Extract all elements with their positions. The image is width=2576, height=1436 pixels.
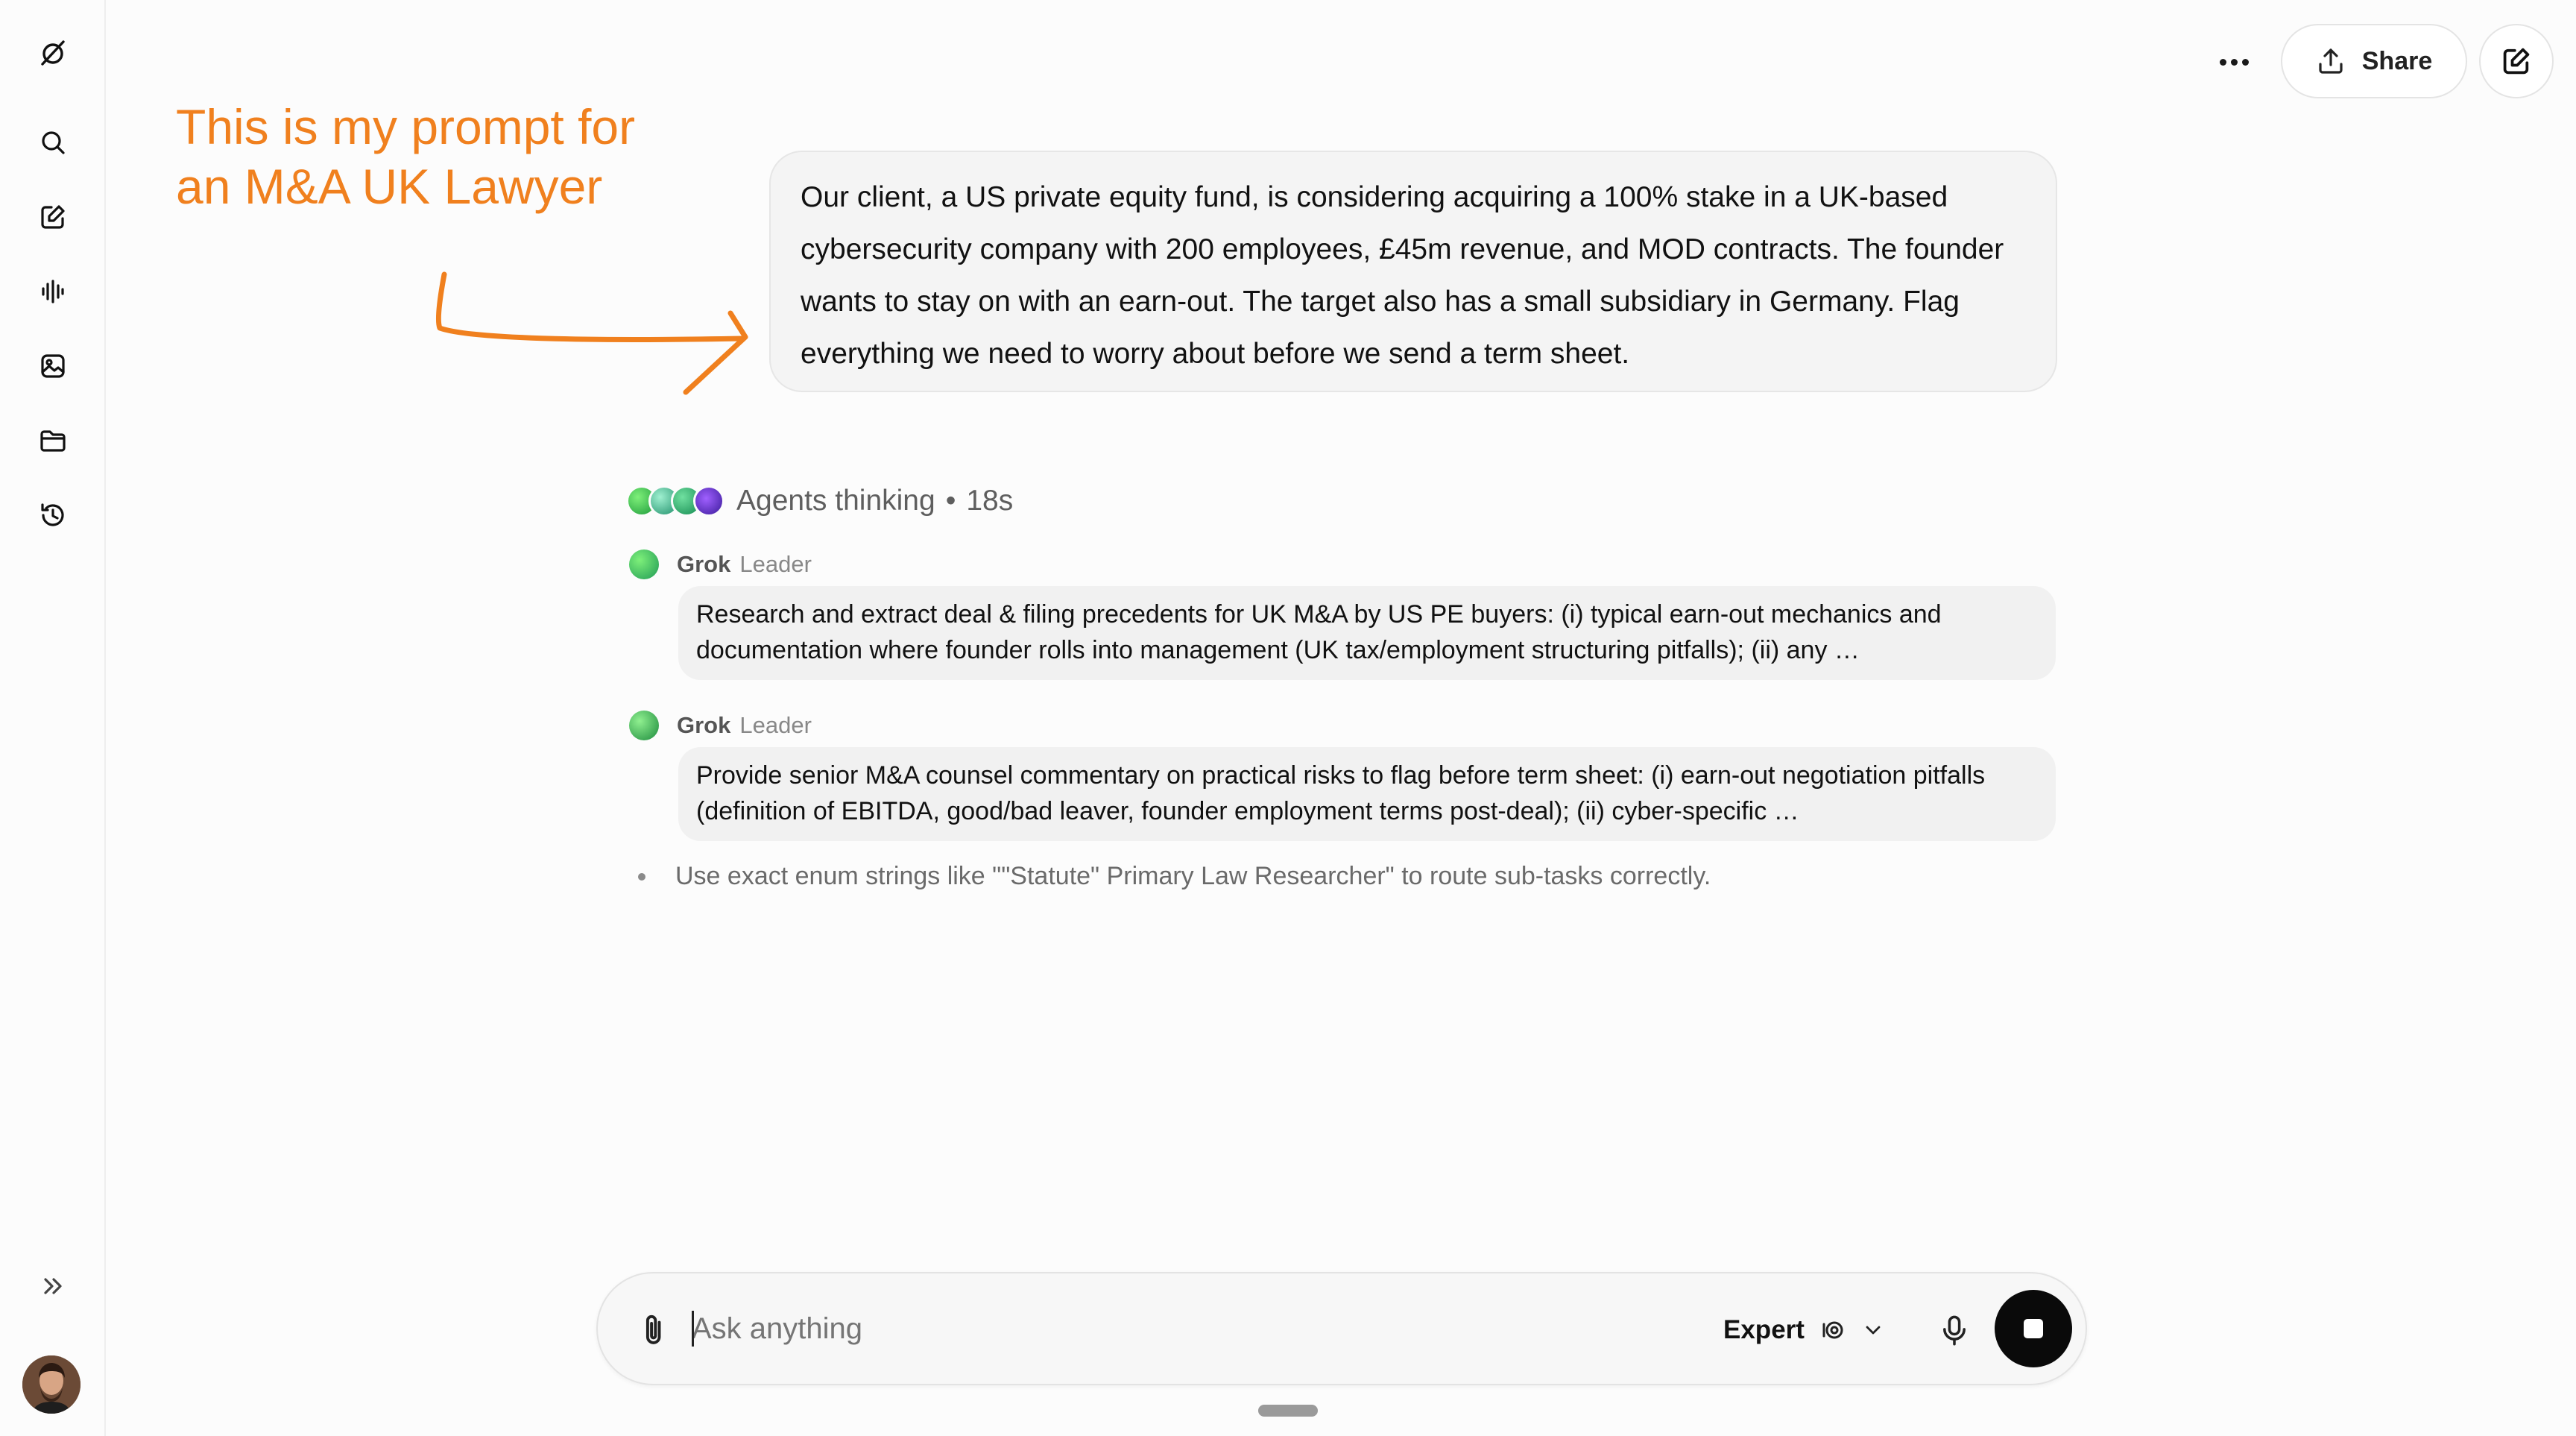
history-icon[interactable] <box>28 491 78 540</box>
thinking-elapsed: 18s <box>966 485 1014 517</box>
avatar[interactable] <box>22 1355 80 1414</box>
search-icon[interactable] <box>28 118 78 167</box>
agent-name: Grok <box>677 551 731 577</box>
new-chat-button[interactable] <box>2479 24 2554 98</box>
annotation-line-1: This is my prompt for <box>176 99 636 154</box>
chevron-down-icon <box>1866 1326 1881 1335</box>
share-button[interactable]: Share <box>2281 24 2467 98</box>
voice-waveform-icon[interactable] <box>28 267 78 316</box>
bullet-note: Use exact enum strings like ""Statute" P… <box>638 862 1711 891</box>
annotation-line-2: an M&A UK Lawyer <box>176 159 603 214</box>
agent-avatar <box>629 549 659 579</box>
imagine-icon[interactable] <box>28 341 78 391</box>
thinking-separator: • <box>945 485 956 517</box>
grok-logo-icon[interactable] <box>28 28 78 78</box>
bullet-dot <box>638 872 645 881</box>
agent-task-bubble[interactable]: Provide senior M&A counsel commentary on… <box>678 747 2056 841</box>
share-label: Share <box>2361 46 2433 75</box>
upload-icon <box>2319 48 2343 74</box>
chat-input[interactable] <box>692 1303 1586 1354</box>
agent-avatar <box>629 711 659 740</box>
paperclip-icon[interactable] <box>635 1311 674 1350</box>
annotation-arrow-icon <box>435 271 748 395</box>
thinking-label: Agents thinking <box>736 485 935 517</box>
sidebar <box>0 0 106 1436</box>
agent-name: Grok <box>677 712 731 738</box>
expert-mode-icon <box>1822 1321 1843 1339</box>
mode-label: Expert <box>1723 1315 1805 1344</box>
user-message-bubble: Our client, a US private equity fund, is… <box>769 151 2057 392</box>
compose-icon[interactable] <box>28 192 78 242</box>
stop-icon <box>2024 1319 2043 1338</box>
agent-header: Grok Leader <box>629 546 812 583</box>
ellipsis-icon <box>2219 58 2226 66</box>
mode-selector[interactable]: Expert <box>1723 1306 1885 1354</box>
agent-header: Grok Leader <box>629 707 812 744</box>
annotation-text: This is my prompt for an M&A UK Lawyer <box>176 97 713 216</box>
compose-icon <box>2503 48 2530 75</box>
microphone-icon <box>1943 1315 1966 1346</box>
agents-thinking-header[interactable]: Agents thinking • 18s <box>626 477 1013 525</box>
stop-button[interactable] <box>1995 1290 2072 1367</box>
folder-icon[interactable] <box>28 416 78 465</box>
bullet-note-text: Use exact enum strings like ""Statute" P… <box>675 862 1711 890</box>
agent-role: Leader <box>739 712 812 738</box>
agent-task-bubble[interactable]: Research and extract deal & filing prece… <box>678 586 2056 680</box>
agent-role: Leader <box>739 551 812 577</box>
microphone-button[interactable] <box>1931 1306 1978 1354</box>
text-caret <box>692 1311 694 1347</box>
resize-handle[interactable] <box>1258 1405 1318 1417</box>
agent-avatar <box>693 485 724 517</box>
more-options-button[interactable] <box>2208 36 2260 88</box>
agent-avatars <box>626 485 724 517</box>
expand-icon[interactable] <box>28 1262 78 1311</box>
composer: Expert <box>596 1272 2087 1385</box>
